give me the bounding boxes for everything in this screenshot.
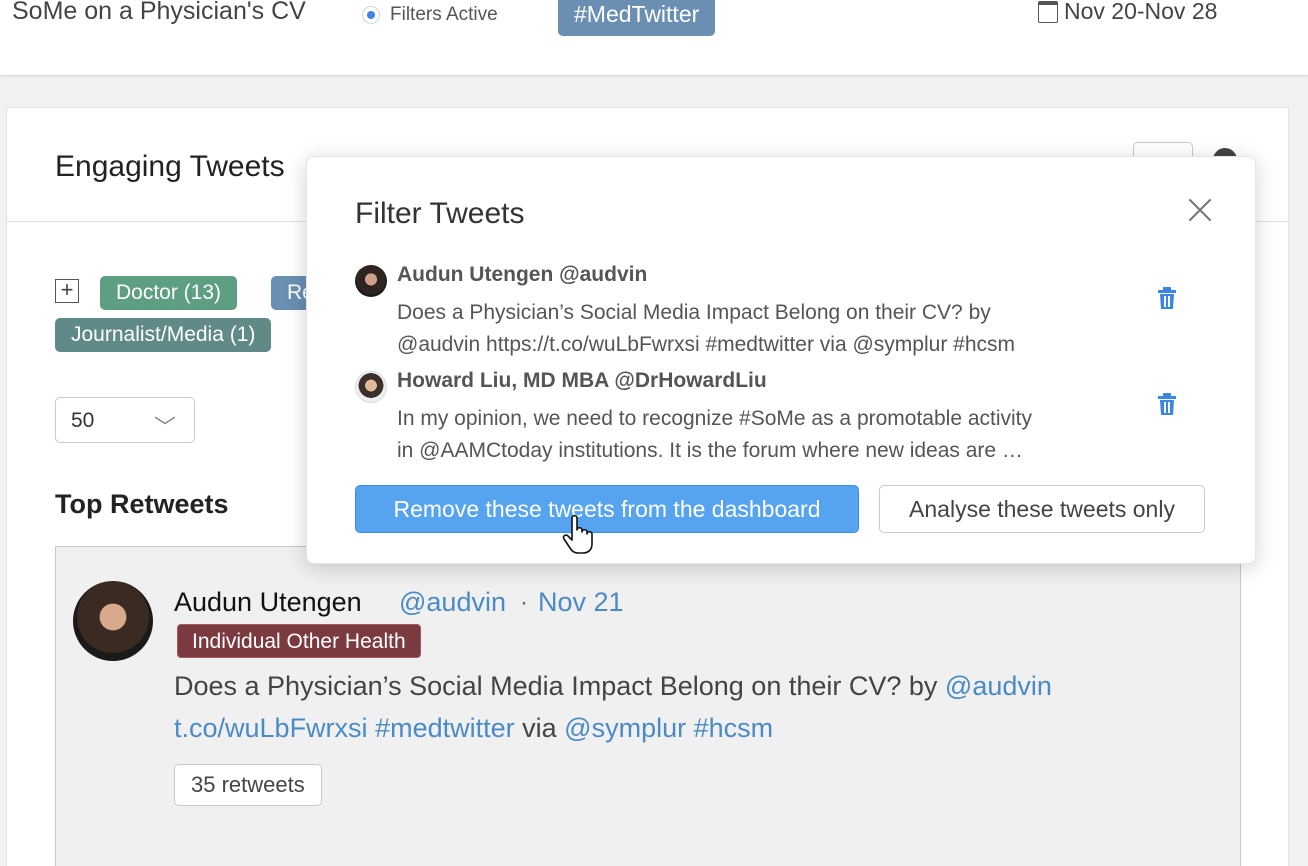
limit-select-value: 50	[71, 409, 95, 432]
tweet-text: Does a Physician’s Social Media Impact B…	[397, 301, 1016, 356]
trash-icon[interactable]	[1157, 393, 1177, 415]
limit-select[interactable]: 50 ﹀	[55, 397, 195, 443]
section-title-top-retweets: Top Retweets	[55, 489, 229, 519]
card-title: Engaging Tweets	[55, 150, 285, 183]
retweet-date[interactable]: Nov 21	[538, 587, 624, 618]
date-range-label: Nov 20-Nov 28	[1064, 0, 1218, 24]
filters-active-label: Filters Active	[390, 4, 498, 25]
filters-radio-icon[interactable]	[362, 6, 380, 24]
avatar	[355, 371, 387, 403]
tweet-author: Howard Liu, MD MBA @DrHowardLiu	[397, 369, 767, 392]
hashtag-link[interactable]: #hcsm	[694, 713, 774, 743]
trash-icon[interactable]	[1157, 287, 1177, 309]
tag-journalist-media[interactable]: Journalist/Media (1)	[55, 318, 272, 352]
retweet-count-badge[interactable]: 35 retweets	[174, 764, 322, 806]
retweet-text: Does a Physician’s Social Media Impact B…	[174, 665, 1224, 749]
analyse-tweets-button[interactable]: Analyse these tweets only	[879, 485, 1205, 533]
retweet-author-handle[interactable]: @audvin	[399, 587, 506, 618]
calendar-icon	[1038, 0, 1058, 23]
url-link[interactable]: t.co/wuLbFwrxsi	[174, 713, 368, 743]
via-text: via	[514, 713, 565, 743]
top-header: SoMe on a Physician's CV Filters Active …	[0, 0, 1308, 76]
app-title: SoMe on a Physician's CV	[12, 0, 306, 25]
retweet-author-name[interactable]: Audun Utengen	[174, 587, 362, 618]
avatar	[355, 265, 387, 297]
category-badge: Individual Other Health	[177, 624, 421, 658]
date-range-picker[interactable]: Nov 20-Nov 28	[1038, 0, 1217, 25]
tag-doctor[interactable]: Doctor (13)	[100, 276, 238, 310]
popup-title: Filter Tweets	[355, 197, 525, 230]
avatar[interactable]	[73, 581, 153, 661]
remove-tweets-button[interactable]: Remove these tweets from the dashboard	[355, 485, 859, 533]
mention-link[interactable]: @audvin	[945, 671, 1052, 701]
hashtag-pill[interactable]: #MedTwitter	[558, 0, 716, 36]
mention-link[interactable]: @symplur	[564, 713, 686, 743]
chevron-down-icon: ﹀	[154, 415, 177, 440]
filters-active-indicator[interactable]: Filters Active	[362, 4, 498, 26]
retweet-text-start: Does a Physician’s Social Media Impact B…	[174, 671, 945, 701]
top-retweet-item: Audun Utengen @audvin · Nov 21 Individua…	[55, 546, 1241, 866]
filter-tweets-popup: Filter Tweets Audun Utengen @audvin Does…	[306, 156, 1256, 564]
tweet-text: In my opinion, we need to recognize #SoM…	[397, 407, 1033, 462]
plus-icon[interactable]: +	[55, 279, 79, 303]
hashtag-link[interactable]: #medtwitter	[375, 713, 515, 743]
close-icon[interactable]	[1187, 197, 1213, 223]
hand-cursor-icon	[562, 514, 593, 554]
separator-dot: ·	[520, 589, 528, 616]
tweet-author: Audun Utengen @audvin	[397, 263, 648, 286]
